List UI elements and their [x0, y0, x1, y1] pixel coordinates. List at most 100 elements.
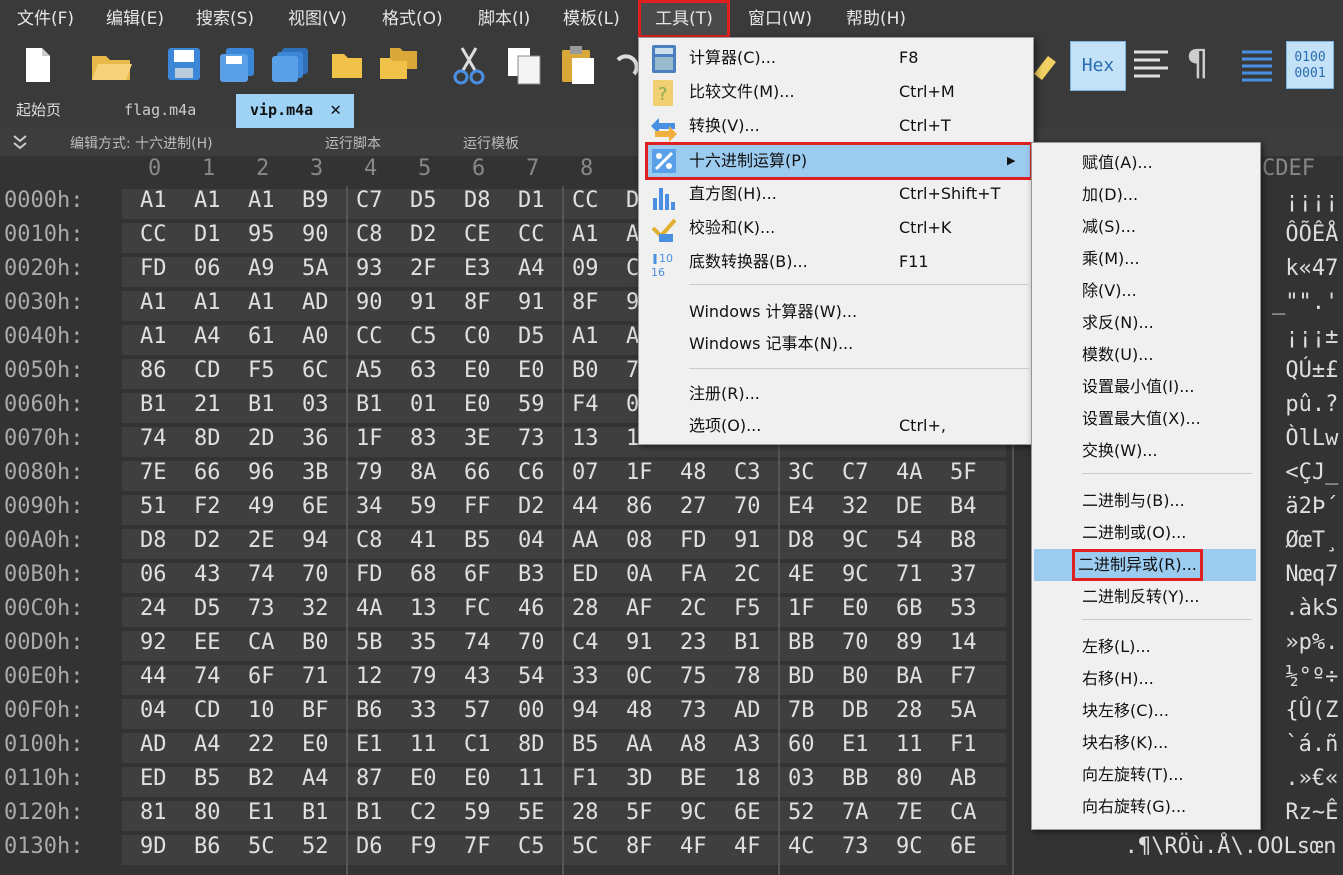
hex-byte[interactable]: 49	[248, 494, 275, 519]
hex-byte[interactable]: 04	[518, 528, 545, 553]
hex-byte[interactable]: 5A	[302, 256, 329, 281]
hex-byte[interactable]: E1	[842, 732, 869, 757]
hex-byte[interactable]: 6E	[734, 800, 761, 825]
menu-help[interactable]: 帮助(H)	[846, 0, 906, 38]
hex-byte[interactable]: 73	[248, 596, 275, 621]
hex-byte[interactable]: 74	[140, 426, 167, 451]
hex-byte[interactable]: 01	[410, 392, 437, 417]
hex-byte[interactable]: 48	[680, 460, 707, 485]
menu-window[interactable]: 窗口(W)	[748, 0, 812, 38]
ascii-text[interactable]: ¡¡¡¡	[1285, 188, 1338, 213]
hex-byte[interactable]: D1	[194, 222, 221, 247]
hex-byte[interactable]: 2E	[248, 528, 275, 553]
hex-byte[interactable]: 3B	[302, 460, 329, 485]
hex-byte[interactable]: B1	[356, 800, 383, 825]
hex-byte[interactable]: 07	[572, 460, 599, 485]
menu-item-compare[interactable]: 比较文件(M)...	[689, 76, 795, 108]
hex-byte[interactable]: D5	[410, 188, 437, 213]
hex-byte[interactable]: 9C	[680, 800, 707, 825]
hex-byte[interactable]: DB	[842, 698, 869, 723]
hex-byte[interactable]: D6	[356, 834, 383, 859]
hex-byte[interactable]: 14	[950, 630, 977, 655]
hex-byte[interactable]: AD	[734, 698, 761, 723]
hex-byte[interactable]: E0	[464, 358, 491, 383]
hex-byte[interactable]: 5F	[626, 800, 653, 825]
hex-byte[interactable]: 13	[410, 596, 437, 621]
hex-byte[interactable]: 24	[140, 596, 167, 621]
hex-byte[interactable]: 94	[302, 528, 329, 553]
hex-byte[interactable]: C7	[842, 460, 869, 485]
hex-byte[interactable]: 86	[626, 494, 653, 519]
menu-item-modulus[interactable]: 模数(U)...	[1082, 339, 1153, 371]
hex-byte[interactable]: 06	[194, 256, 221, 281]
hex-byte[interactable]: 2F	[410, 256, 437, 281]
hex-byte[interactable]: 46	[518, 596, 545, 621]
hex-byte[interactable]: 9C	[842, 562, 869, 587]
hex-byte[interactable]: ED	[572, 562, 599, 587]
hex-byte[interactable]: 71	[302, 664, 329, 689]
menu-edit[interactable]: 编辑(E)	[106, 0, 164, 38]
hex-byte[interactable]: 09	[572, 256, 599, 281]
hex-byte[interactable]: 32	[842, 494, 869, 519]
hex-byte[interactable]: 9C	[842, 528, 869, 553]
hex-byte[interactable]: F7	[950, 664, 977, 689]
hex-byte[interactable]: CC	[140, 222, 167, 247]
menu-item-convert[interactable]: 转换(V)...	[689, 110, 760, 142]
menu-item-shift-right[interactable]: 右移(H)...	[1082, 663, 1154, 695]
hex-byte[interactable]: 6F	[248, 664, 275, 689]
hex-byte[interactable]: A5	[356, 358, 383, 383]
tab-start[interactable]: 起始页	[16, 94, 61, 128]
hex-byte[interactable]: 6B	[896, 596, 923, 621]
ascii-text[interactable]: pû.?	[1285, 392, 1338, 417]
hex-byte[interactable]: ED	[140, 766, 167, 791]
ascii-text[interactable]: ½°º÷	[1285, 664, 1338, 689]
hex-byte[interactable]: 7E	[896, 800, 923, 825]
hex-byte[interactable]: 0C	[626, 664, 653, 689]
hex-byte[interactable]: 79	[410, 664, 437, 689]
save-as-icon[interactable]	[218, 46, 258, 84]
hex-byte[interactable]: 36	[302, 426, 329, 451]
highlight-icon[interactable]	[1030, 50, 1060, 84]
hex-byte[interactable]: 7A	[842, 800, 869, 825]
folder-icon[interactable]	[330, 50, 364, 80]
hex-byte[interactable]: F5	[734, 596, 761, 621]
hex-byte[interactable]: 66	[464, 460, 491, 485]
paste-icon[interactable]	[560, 44, 596, 86]
hex-byte[interactable]: 28	[572, 596, 599, 621]
menu-item-set-maximum[interactable]: 设置最大值(X)...	[1082, 403, 1201, 435]
hex-byte[interactable]: DE	[896, 494, 923, 519]
hex-byte[interactable]: A4	[194, 324, 221, 349]
hex-byte[interactable]: D2	[410, 222, 437, 247]
copy-icon[interactable]	[506, 46, 542, 86]
hex-byte[interactable]: D8	[140, 528, 167, 553]
hex-byte[interactable]: E1	[248, 800, 275, 825]
hex-byte[interactable]: CE	[464, 222, 491, 247]
hex-byte[interactable]: 51	[140, 494, 167, 519]
ascii-text[interactable]: <ÇJ_	[1285, 460, 1338, 485]
hex-mode-button[interactable]: Hex	[1070, 41, 1126, 91]
hex-byte[interactable]: CD	[194, 358, 221, 383]
hex-byte[interactable]: B6	[194, 834, 221, 859]
hex-byte[interactable]: FD	[680, 528, 707, 553]
menu-item-block-shift-right[interactable]: 块右移(K)...	[1082, 727, 1168, 759]
hex-byte[interactable]: 61	[248, 324, 275, 349]
hex-byte[interactable]: 22	[248, 732, 275, 757]
menu-item-block-shift-left[interactable]: 块左移(C)...	[1082, 695, 1169, 727]
hex-byte[interactable]: 03	[788, 766, 815, 791]
hex-byte[interactable]: 90	[356, 290, 383, 315]
hex-byte[interactable]: 10	[248, 698, 275, 723]
hex-byte[interactable]: 79	[356, 460, 383, 485]
hex-byte[interactable]: A4	[194, 732, 221, 757]
hex-byte[interactable]: FF	[464, 494, 491, 519]
hex-byte[interactable]: AA	[572, 528, 599, 553]
hex-byte[interactable]: 35	[410, 630, 437, 655]
hex-byte[interactable]: D2	[194, 528, 221, 553]
hex-byte[interactable]: B2	[248, 766, 275, 791]
menu-item-binary-or[interactable]: 二进制或(O)...	[1082, 517, 1186, 549]
hex-byte[interactable]: 8F	[572, 290, 599, 315]
hex-byte[interactable]: B0	[572, 358, 599, 383]
pilcrow-icon[interactable]: ¶	[1186, 43, 1209, 84]
columns-icon[interactable]	[1240, 48, 1274, 84]
hex-byte[interactable]: D5	[194, 596, 221, 621]
hex-byte[interactable]: 3C	[788, 460, 815, 485]
